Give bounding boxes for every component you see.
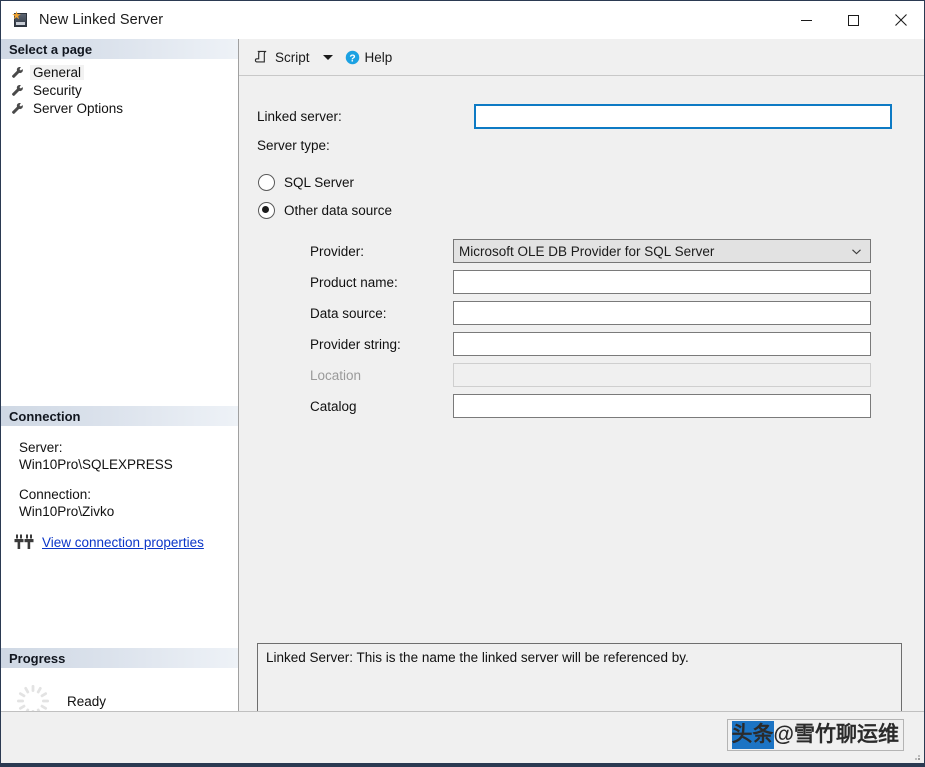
data-source-input[interactable] xyxy=(453,301,871,325)
progress-status-text: Ready xyxy=(67,694,106,709)
page-list: General Security Server Options xyxy=(1,60,238,117)
title-bar: New Linked Server xyxy=(1,1,924,39)
provider-select[interactable]: Microsoft OLE DB Provider for SQL Server xyxy=(453,239,871,263)
close-button[interactable] xyxy=(877,1,924,39)
radio-circle-selected-icon xyxy=(258,202,275,219)
view-connection-properties-link[interactable]: View connection properties xyxy=(42,535,204,550)
connection-plug-icon xyxy=(14,534,34,550)
connection-header: Connection xyxy=(1,406,238,427)
provider-fields: Provider: Microsoft OLE DB Provider for … xyxy=(257,239,907,425)
new-linked-server-dialog: New Linked Server Select xyxy=(0,0,925,767)
product-name-label: Product name: xyxy=(257,275,453,290)
minimize-button[interactable] xyxy=(783,1,830,39)
provider-selected-value: Microsoft OLE DB Provider for SQL Server xyxy=(459,244,714,259)
dialog-body: Select a page General Security xyxy=(1,39,924,711)
connection-value: Win10Pro\Zivko xyxy=(19,503,238,520)
resize-grip-icon[interactable] xyxy=(911,751,921,761)
field-row-data-source: Data source: xyxy=(257,301,907,325)
maximize-button[interactable] xyxy=(830,1,877,39)
field-row-product-name: Product name: xyxy=(257,270,907,294)
catalog-label: Catalog xyxy=(257,399,453,414)
chevron-down-icon[interactable] xyxy=(323,55,333,60)
location-input xyxy=(453,363,871,387)
main-pane: Script ? Help Linked server: xyxy=(239,39,924,711)
provider-string-input[interactable] xyxy=(453,332,871,356)
server-value: Win10Pro\SQLEXPRESS xyxy=(19,456,238,473)
close-icon xyxy=(894,13,908,27)
progress-header: Progress xyxy=(1,648,238,669)
help-label: Help xyxy=(365,50,393,65)
field-row-catalog: Catalog xyxy=(257,394,907,418)
general-form: Linked server: Server type: SQL Server O… xyxy=(239,76,924,104)
toolbar: Script ? Help xyxy=(239,39,924,76)
sidebar-item-label: Server Options xyxy=(30,101,126,116)
linked-server-icon xyxy=(12,11,30,29)
wrench-icon xyxy=(11,102,24,115)
linked-server-row: Linked server: xyxy=(257,104,907,129)
sidebar-item-label: Security xyxy=(30,83,85,98)
help-button[interactable]: ? Help xyxy=(345,50,393,65)
catalog-input[interactable] xyxy=(453,394,871,418)
svg-text:?: ? xyxy=(349,53,355,64)
sidebar-item-label: General xyxy=(30,65,84,80)
radio-sql-server[interactable]: SQL Server xyxy=(258,174,354,191)
view-connection-properties-row[interactable]: View connection properties xyxy=(14,534,238,550)
radio-circle-icon xyxy=(258,174,275,191)
watermark: 头条 @雪竹聊运维 xyxy=(727,719,904,751)
radio-other-data-source[interactable]: Other data source xyxy=(258,202,392,219)
watermark-highlight: 头条 xyxy=(732,721,774,749)
chevron-down-icon xyxy=(850,245,863,258)
watermark-text: @雪竹聊运维 xyxy=(774,721,899,749)
sidebar: Select a page General Security xyxy=(1,39,239,711)
maximize-icon xyxy=(847,14,860,27)
script-label: Script xyxy=(275,50,310,65)
provider-label: Provider: xyxy=(257,244,453,259)
field-row-provider: Provider: Microsoft OLE DB Provider for … xyxy=(257,239,907,263)
provider-string-label: Provider string: xyxy=(257,337,453,352)
radio-sql-server-label: SQL Server xyxy=(284,175,354,190)
connection-label: Connection: xyxy=(19,486,238,503)
server-type-label: Server type: xyxy=(257,138,330,153)
window-controls xyxy=(783,1,924,39)
sidebar-item-security[interactable]: Security xyxy=(1,81,238,99)
product-name-input[interactable] xyxy=(453,270,871,294)
script-icon xyxy=(254,50,269,65)
connection-panel: Connection Server: Win10Pro\SQLEXPRESS C… xyxy=(1,406,238,550)
server-label: Server: xyxy=(19,439,238,456)
dialog-footer: 头条 @雪竹聊运维 xyxy=(1,711,924,764)
field-row-provider-string: Provider string: xyxy=(257,332,907,356)
progress-panel: Progress xyxy=(1,648,238,719)
wrench-icon xyxy=(11,84,24,97)
select-page-header: Select a page xyxy=(1,39,238,60)
field-row-location: Location xyxy=(257,363,907,387)
connection-details: Server: Win10Pro\SQLEXPRESS Connection: … xyxy=(1,427,238,550)
help-icon: ? xyxy=(345,50,360,65)
location-label: Location xyxy=(257,368,453,383)
radio-other-data-source-label: Other data source xyxy=(284,203,392,218)
window-title: New Linked Server xyxy=(39,12,163,28)
wrench-icon xyxy=(11,66,24,79)
sidebar-item-server-options[interactable]: Server Options xyxy=(1,99,238,117)
linked-server-input[interactable] xyxy=(474,104,892,129)
data-source-label: Data source: xyxy=(257,306,453,321)
linked-server-label: Linked server: xyxy=(257,109,474,124)
minimize-icon xyxy=(800,14,813,27)
script-button[interactable]: Script xyxy=(254,50,310,65)
sidebar-item-general[interactable]: General xyxy=(1,63,238,81)
